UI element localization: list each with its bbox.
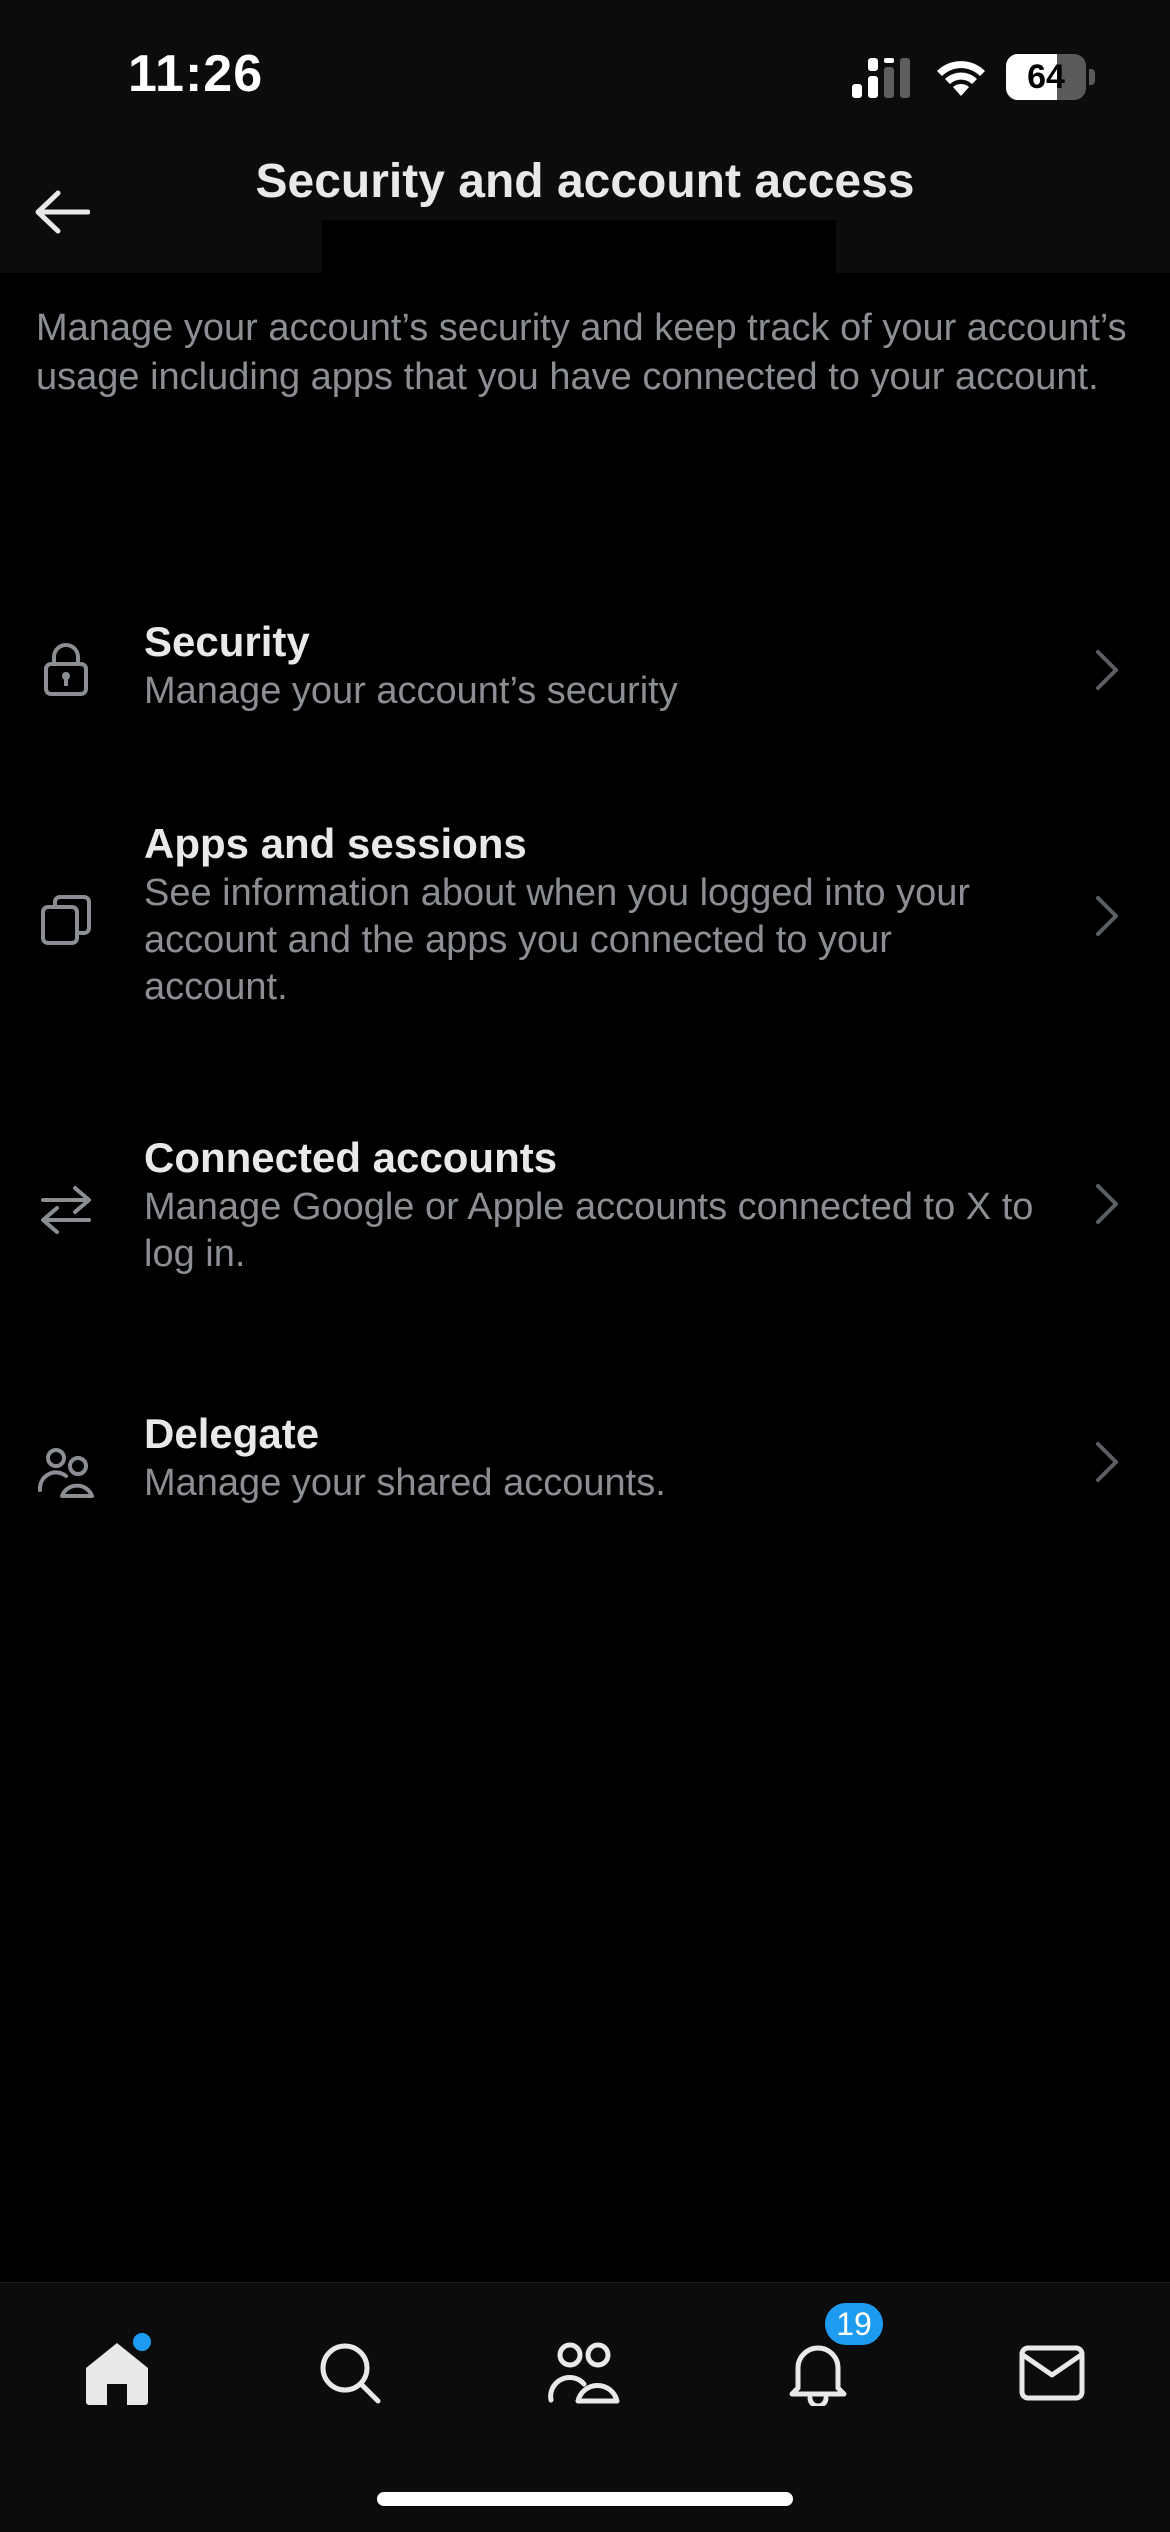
- copy-windows-icon: [30, 884, 102, 956]
- wifi-icon: [937, 61, 985, 96]
- home-indicator[interactable]: [377, 2492, 793, 2506]
- new-posts-dot: [133, 2333, 151, 2351]
- battery-indicator: 64: [1006, 54, 1096, 100]
- communities-icon: [548, 2342, 620, 2404]
- tab-home[interactable]: [57, 2313, 177, 2433]
- settings-item-subtitle: Manage your shared accounts.: [144, 1462, 666, 1504]
- settings-item-subtitle: Manage Google or Apple accounts connecte…: [144, 1186, 1034, 1275]
- settings-item-text: Delegate Manage your shared accounts.: [144, 1408, 1044, 1507]
- settings-item-title: Delegate: [144, 1410, 320, 1457]
- status-bar: 11:26 64: [0, 0, 1170, 150]
- people-icon: [30, 1436, 102, 1508]
- top-chrome: 11:26 64 Security and account access: [0, 0, 1170, 273]
- tab-communities[interactable]: [524, 2313, 644, 2433]
- header-shadow-area: [322, 220, 836, 273]
- chevron-right-icon: [1096, 1442, 1118, 1482]
- swap-arrows-icon: [30, 1174, 102, 1246]
- search-icon: [320, 2343, 381, 2404]
- settings-item-connected-accounts[interactable]: Connected accounts Manage Google or Appl…: [0, 1126, 1170, 1306]
- bell-icon: [789, 2345, 847, 2406]
- settings-item-subtitle: Manage your account’s security: [144, 670, 678, 712]
- lock-icon: [30, 634, 102, 706]
- battery-level: 64: [1027, 58, 1065, 96]
- settings-item-text: Security Manage your account’s security: [144, 616, 1044, 715]
- page-title: Security and account access: [255, 155, 915, 208]
- chevron-right-icon: [1096, 896, 1118, 936]
- battery-tip: [1089, 69, 1095, 85]
- cellular-signal-icon: [852, 58, 910, 98]
- battery-body: 64: [1006, 54, 1086, 100]
- mail-icon: [1019, 2345, 1085, 2401]
- settings-item-apps-and-sessions[interactable]: Apps and sessions See information about …: [0, 810, 1170, 1030]
- settings-item-delegate[interactable]: Delegate Manage your shared accounts.: [0, 1392, 1170, 1542]
- settings-item-title: Apps and sessions: [144, 820, 527, 867]
- page-description: Manage your account’s security and keep …: [36, 307, 1127, 398]
- chevron-right-icon: [1096, 650, 1118, 690]
- tab-messages[interactable]: [992, 2313, 1112, 2433]
- nav-header: Security and account access: [0, 140, 1170, 273]
- notifications-badge: 19: [822, 2300, 886, 2348]
- chevron-right-icon: [1096, 1184, 1118, 1224]
- settings-item-text: Connected accounts Manage Google or Appl…: [144, 1132, 1044, 1278]
- settings-item-title: Connected accounts: [144, 1134, 558, 1181]
- settings-item-title: Security: [144, 618, 310, 665]
- settings-item-text: Apps and sessions See information about …: [144, 818, 1044, 1011]
- settings-item-subtitle: See information about when you logged in…: [144, 872, 970, 1008]
- status-time: 11:26: [128, 45, 264, 103]
- tab-search[interactable]: [290, 2313, 410, 2433]
- settings-item-security[interactable]: Security Manage your account’s security: [0, 594, 1170, 744]
